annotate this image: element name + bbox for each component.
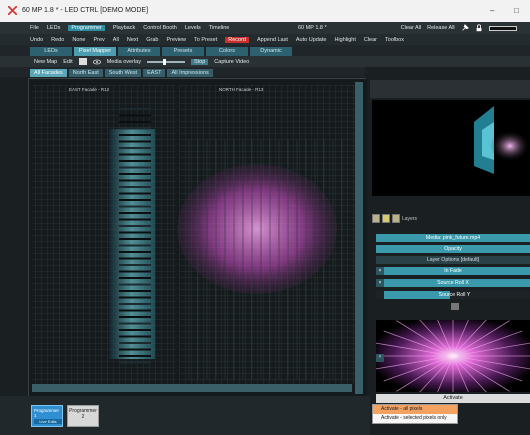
activate-all-pixels-option[interactable]: Activate - all pixels — [373, 405, 457, 414]
layer-1-button[interactable] — [372, 214, 380, 223]
source-roll-x-field[interactable]: × Source Roll X — [376, 279, 530, 287]
edit-map-button[interactable]: Edit — [63, 59, 72, 65]
pink-media-region — [177, 164, 337, 294]
title-bar: 60 MP 1.8 * - LED CTRL [DEMO MODE] – □ — [0, 0, 530, 22]
toolbox-button[interactable]: Toolbox — [385, 37, 404, 43]
canvas-horizontal-scrollbar[interactable] — [32, 384, 352, 392]
tab-attributes[interactable]: Attributes — [118, 47, 160, 56]
show-name: 60 MP 1.8 * — [298, 25, 327, 31]
programmer-toolbar: Undo Redo None Prev All Next Grab Previe… — [0, 34, 530, 45]
main-tabs: LEDs Pixel Mapper Attributes Presets Col… — [0, 45, 530, 56]
append-last-button[interactable]: Append Last — [257, 37, 288, 43]
preview-button[interactable]: Preview — [166, 37, 186, 43]
menu-right-group: 60 MP 1.8 * Clear All Release All — [298, 22, 517, 34]
record-button[interactable]: Record — [225, 36, 249, 43]
prev-button[interactable]: Prev — [93, 37, 104, 43]
view-tabs: All Facades North East South West EAST A… — [0, 67, 365, 77]
menu-control-booth[interactable]: Control Booth — [143, 25, 177, 31]
grab-button[interactable]: Grab — [146, 37, 158, 43]
lock-icon[interactable] — [475, 24, 483, 32]
tab-presets[interactable]: Presets — [162, 47, 204, 56]
menu-levels[interactable]: Levels — [185, 25, 201, 31]
menu-file[interactable]: File — [30, 25, 39, 31]
media-field[interactable]: Media: pink_future.mp4 — [376, 234, 530, 242]
redo-button[interactable]: Redo — [51, 37, 64, 43]
tab-north-east[interactable]: North East — [68, 69, 103, 77]
window-title: 60 MP 1.8 * - LED CTRL [DEMO MODE] — [22, 7, 149, 14]
stop-button[interactable]: Stop — [190, 58, 209, 65]
slider-handle[interactable] — [162, 58, 166, 65]
highlight-button[interactable]: Highlight — [334, 37, 355, 43]
fade-remove-icon[interactable]: × — [376, 267, 384, 275]
maximize-button[interactable]: □ — [514, 6, 519, 15]
minimize-button[interactable]: – — [490, 6, 494, 15]
preview-header — [370, 80, 530, 98]
canvas-vertical-scrollbar[interactable] — [355, 82, 363, 394]
new-map-button[interactable]: New Map — [34, 59, 57, 65]
layers-label: Layers — [402, 216, 418, 222]
activate-dropdown: Activate - all pixels Activate - selecte… — [372, 404, 458, 424]
activate-button[interactable]: Activate — [376, 394, 530, 403]
tab-all-facades[interactable]: All Facades — [30, 69, 67, 77]
north-facade-label: NORTH Facade - R13 — [219, 87, 264, 92]
tab-colors[interactable]: Colors — [206, 47, 248, 56]
small-square-icon[interactable] — [451, 303, 459, 310]
release-all-button[interactable]: Release All — [427, 25, 455, 31]
media-preview — [372, 100, 530, 196]
next-button[interactable]: Next — [127, 37, 138, 43]
map-toolbar: New Map Edit Media overlay Stop Capture … — [0, 56, 530, 67]
tab-east[interactable]: EAST — [143, 69, 166, 77]
tab-pixel-mapper[interactable]: Pixel Mapper — [74, 47, 116, 56]
thumbnail-image — [373, 306, 530, 406]
pixel-map-drawing — [29, 79, 367, 397]
auto-update-button[interactable]: Auto Update — [296, 37, 327, 43]
to-preset-button[interactable]: To Preset — [194, 37, 217, 43]
media-thumbnail[interactable]: × — [373, 306, 530, 406]
fade-field[interactable]: × In Fade — [376, 267, 530, 275]
layer-3-button[interactable] — [392, 214, 400, 223]
tab-dynamic[interactable]: Dynamic — [250, 47, 292, 56]
opacity-field[interactable]: Opacity — [376, 245, 530, 253]
menu-playback[interactable]: Playback — [113, 25, 135, 31]
tab-south-west[interactable]: South West — [104, 69, 142, 77]
programmer-1-sub: Live Edits — [34, 419, 62, 424]
thumbnail-remove-icon[interactable]: × — [376, 354, 384, 362]
fade-label: In Fade — [444, 268, 462, 274]
tab-all-impressions[interactable]: All Impressions — [167, 69, 213, 77]
undo-button[interactable]: Undo — [30, 37, 43, 43]
master-level-bar[interactable] — [488, 25, 517, 31]
image-icon[interactable] — [78, 58, 87, 65]
clear-all-button[interactable]: Clear All — [401, 25, 421, 31]
media-overlay-slider[interactable] — [146, 58, 185, 65]
source-roll-x-remove-icon[interactable]: × — [376, 279, 384, 287]
tab-leds[interactable]: LEDs — [30, 47, 72, 56]
programmer-1-label: Programmer 1 — [34, 408, 60, 418]
preview-image — [372, 100, 530, 196]
pin-icon[interactable] — [461, 24, 469, 32]
source-roll-y-field[interactable]: ×Source Roll Y — [376, 291, 530, 299]
select-none-button[interactable]: None — [72, 37, 85, 43]
pixel-map-canvas[interactable]: EAST Facade - R12 NORTH Facade - R13 — [28, 78, 367, 397]
source-roll-x-label: Source Roll X — [437, 280, 469, 286]
east-facade-label: EAST Facade - R12 — [69, 87, 110, 92]
activate-selected-pixels-option[interactable]: Activate - selected pixels only — [373, 414, 457, 423]
programmer-2-button[interactable]: Programmer 2 — [67, 405, 99, 427]
menu-programmer[interactable]: Programmer — [68, 25, 105, 31]
menu-leds[interactable]: LEDs — [47, 25, 60, 31]
app-logo-icon — [8, 6, 17, 15]
capture-video-button[interactable]: Capture Video — [214, 59, 249, 65]
programmer-1-button[interactable]: Programmer 1 Live Edits — [31, 405, 63, 427]
layer-2-button[interactable] — [382, 214, 390, 223]
layer-options-header: Layer Options [default] — [376, 256, 530, 264]
eye-icon[interactable] — [92, 59, 101, 65]
source-roll-y-label: Source Roll Y — [438, 292, 471, 298]
menu-timeline[interactable]: Timeline — [209, 25, 230, 31]
clear-button[interactable]: Clear — [364, 37, 377, 43]
layers-row: Layers — [372, 214, 530, 224]
media-overlay-label: Media overlay — [106, 58, 141, 65]
select-all-button[interactable]: All — [113, 37, 119, 43]
